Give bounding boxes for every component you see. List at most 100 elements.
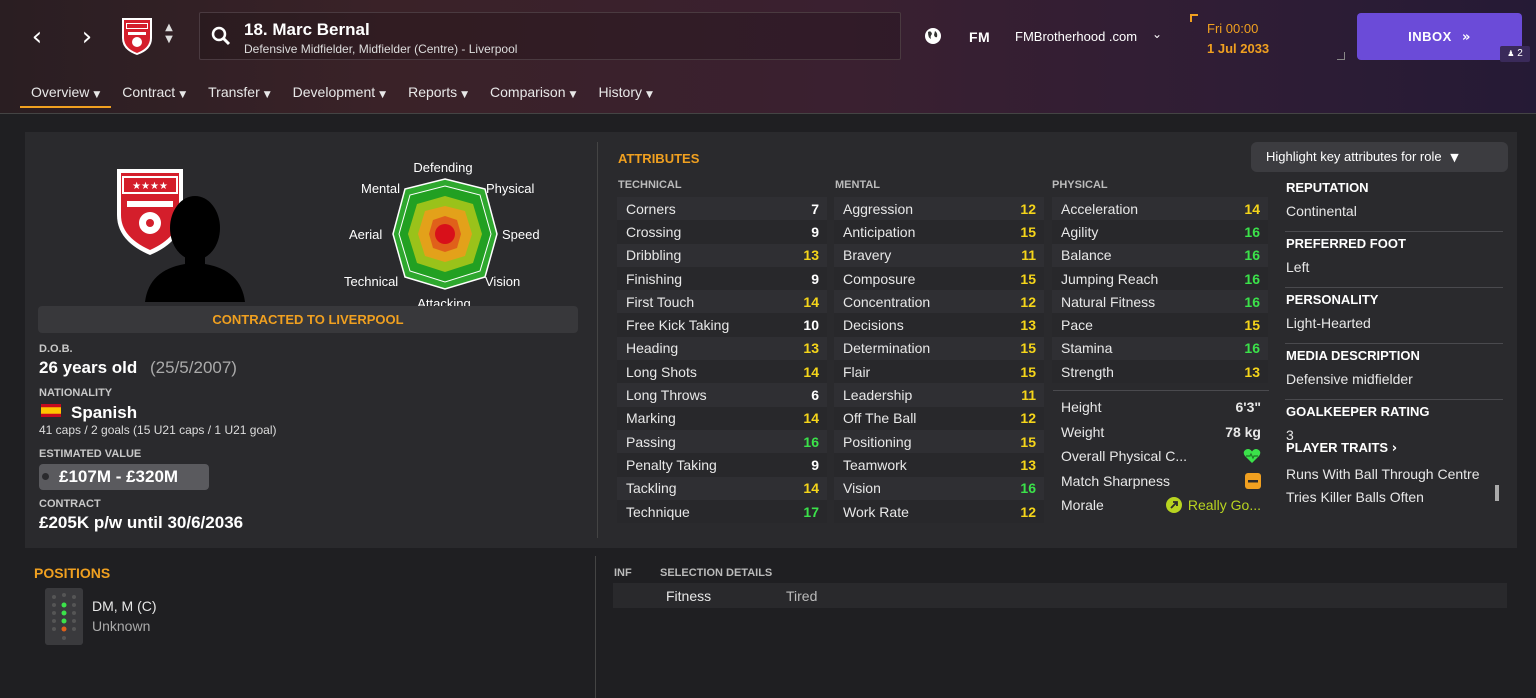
- attribute-value: 16: [1244, 340, 1260, 357]
- attribute-radar-chart: Defending Mental Physical Aerial Speed T…: [344, 160, 540, 309]
- svg-text:★★★★: ★★★★: [132, 181, 168, 192]
- attribute-row[interactable]: Bravery 11: [834, 243, 1044, 267]
- attribute-row[interactable]: Strength 13: [1052, 360, 1268, 384]
- attribute-row[interactable]: Natural Fitness 16: [1052, 290, 1268, 314]
- chevron-down-icon: ▼: [461, 90, 469, 100]
- radar-label-physical: Physical: [486, 181, 535, 196]
- attribute-name: Crossing: [626, 223, 682, 240]
- tab-label: Development: [292, 84, 376, 100]
- overall-physical-label: Overall Physical C...: [1061, 448, 1188, 465]
- attribute-row[interactable]: Off The Ball 12: [834, 406, 1044, 430]
- attribute-row[interactable]: Free Kick Taking 10: [617, 313, 827, 337]
- player-switch-icon[interactable]: ▲ ▼: [162, 22, 176, 46]
- attribute-row[interactable]: Long Throws 6: [617, 383, 827, 407]
- technical-attributes: Corners 7 Crossing 9 Dribbling 13 Finishing 9 Fi…: [617, 197, 827, 524]
- tab-overview[interactable]: Overview ▼: [20, 80, 112, 108]
- attribute-row[interactable]: Acceleration 14: [1052, 197, 1268, 221]
- trait-item: Runs With Ball Through Centre: [1286, 466, 1480, 482]
- positions-pitch-icon[interactable]: [45, 588, 83, 645]
- brand-dropdown-label[interactable]: FMBrotherhood .com: [1015, 29, 1137, 44]
- attribute-row[interactable]: Crossing 9: [617, 220, 827, 244]
- globe-icon[interactable]: [923, 26, 943, 46]
- chevron-down-icon[interactable]: ⌄: [1152, 27, 1162, 41]
- preferred-foot-label: PREFERRED FOOT: [1286, 236, 1406, 251]
- overall-physical-row[interactable]: Overall Physical C...: [1053, 444, 1269, 469]
- attribute-name: Marking: [626, 410, 676, 427]
- back-icon[interactable]: ‹: [24, 22, 50, 52]
- attribute-row[interactable]: Vision 16: [834, 476, 1044, 500]
- attribute-row[interactable]: Pace 15: [1052, 313, 1268, 337]
- attribute-name: Flair: [843, 363, 871, 380]
- tab-transfer[interactable]: Transfer ▼: [197, 80, 282, 108]
- attribute-row[interactable]: Agility 16: [1052, 220, 1268, 244]
- reputation-block: REPUTATION Continental: [1285, 176, 1503, 232]
- inbox-button[interactable]: INBOX »: [1357, 13, 1522, 60]
- tab-history[interactable]: History ▼: [587, 80, 663, 108]
- attribute-row[interactable]: Determination 15: [834, 336, 1044, 361]
- height-label: Height: [1061, 399, 1102, 416]
- attribute-row[interactable]: Tackling 14: [617, 476, 827, 500]
- attribute-row[interactable]: Stamina 16: [1052, 336, 1268, 361]
- attribute-value: 16: [803, 433, 819, 450]
- player-search-box[interactable]: 18. Marc Bernal Defensive Midfielder, Mi…: [199, 12, 901, 60]
- attribute-row[interactable]: Marking 14: [617, 406, 827, 430]
- highlight-role-attributes-dropdown[interactable]: Highlight key attributes for role ▼: [1251, 142, 1508, 172]
- attribute-row[interactable]: Long Shots 14: [617, 360, 827, 384]
- estimated-value-badge[interactable]: £107M - £320M: [39, 464, 209, 490]
- user-count: 2: [1517, 48, 1523, 59]
- game-date[interactable]: Fri 00:00 1 Jul 2033: [1190, 14, 1345, 60]
- player-traits-label: PLAYER TRAITS: [1286, 440, 1389, 455]
- attribute-name: Passing: [626, 433, 676, 450]
- trait-item: Tries Killer Balls Often: [1286, 489, 1424, 505]
- chevron-down-icon: ▼: [93, 90, 101, 100]
- tab-label: Reports: [408, 84, 458, 100]
- attribute-row[interactable]: Penalty Taking 9: [617, 453, 827, 477]
- attribute-row[interactable]: Finishing 9: [617, 266, 827, 291]
- attribute-row[interactable]: Leadership 11: [834, 383, 1044, 407]
- player-traits-link[interactable]: PLAYER TRAITS ›: [1286, 440, 1504, 466]
- morale-row[interactable]: Morale Really Go...: [1053, 493, 1269, 518]
- nationality-value[interactable]: Spanish: [71, 403, 137, 423]
- tab-reports[interactable]: Reports ▼: [397, 80, 479, 108]
- attribute-row[interactable]: Aggression 12: [834, 197, 1044, 221]
- attribute-row[interactable]: Anticipation 15: [834, 220, 1044, 244]
- traits-scrollbar[interactable]: [1495, 485, 1499, 501]
- attribute-row[interactable]: Composure 15: [834, 266, 1044, 291]
- tab-contract[interactable]: Contract ▼: [111, 80, 197, 108]
- attribute-row[interactable]: Concentration 12: [834, 290, 1044, 314]
- attribute-row[interactable]: Decisions 13: [834, 313, 1044, 337]
- attribute-value: 16: [1244, 270, 1260, 287]
- attribute-row[interactable]: Balance 16: [1052, 243, 1268, 267]
- player-photo-placeholder: [145, 196, 245, 302]
- attribute-row[interactable]: Dribbling 13: [617, 243, 827, 267]
- attribute-row[interactable]: Flair 15: [834, 360, 1044, 384]
- club-crest-icon[interactable]: [120, 16, 154, 56]
- attribute-row[interactable]: Work Rate 12: [834, 499, 1044, 524]
- attribute-row[interactable]: Passing 16: [617, 429, 827, 454]
- attribute-name: Bravery: [843, 247, 892, 264]
- tab-development[interactable]: Development ▼: [282, 80, 397, 108]
- attribute-name: Pace: [1061, 317, 1093, 334]
- morale-value: Really Go...: [1187, 497, 1261, 514]
- attribute-row[interactable]: Heading 13: [617, 336, 827, 361]
- nationality-label: NATIONALITY: [39, 387, 113, 399]
- attribute-name: Vision: [843, 480, 881, 497]
- match-sharpness-row[interactable]: Match Sharpness: [1053, 469, 1269, 494]
- contract-value: £205K p/w until 30/6/2036: [39, 513, 244, 532]
- attribute-row[interactable]: Positioning 15: [834, 429, 1044, 454]
- tab-comparison[interactable]: Comparison ▼: [479, 80, 587, 108]
- attribute-row[interactable]: Jumping Reach 16: [1052, 266, 1268, 291]
- attribute-row[interactable]: Corners 7: [617, 197, 827, 221]
- attribute-value: 12: [1020, 200, 1036, 217]
- height-row: Height 6'3": [1053, 395, 1269, 420]
- fitness-value: Tired: [786, 588, 818, 604]
- radar-label-mental: Mental: [361, 181, 400, 196]
- attribute-value: 14: [803, 293, 819, 310]
- attribute-row[interactable]: Teamwork 13: [834, 453, 1044, 477]
- forward-icon[interactable]: ›: [74, 22, 100, 52]
- attribute-row[interactable]: Technique 17: [617, 499, 827, 524]
- tab-label: Transfer: [208, 84, 260, 100]
- attribute-row[interactable]: First Touch 14: [617, 290, 827, 314]
- attribute-value: 13: [1244, 363, 1260, 380]
- double-chevron-right-icon: »: [1461, 30, 1471, 45]
